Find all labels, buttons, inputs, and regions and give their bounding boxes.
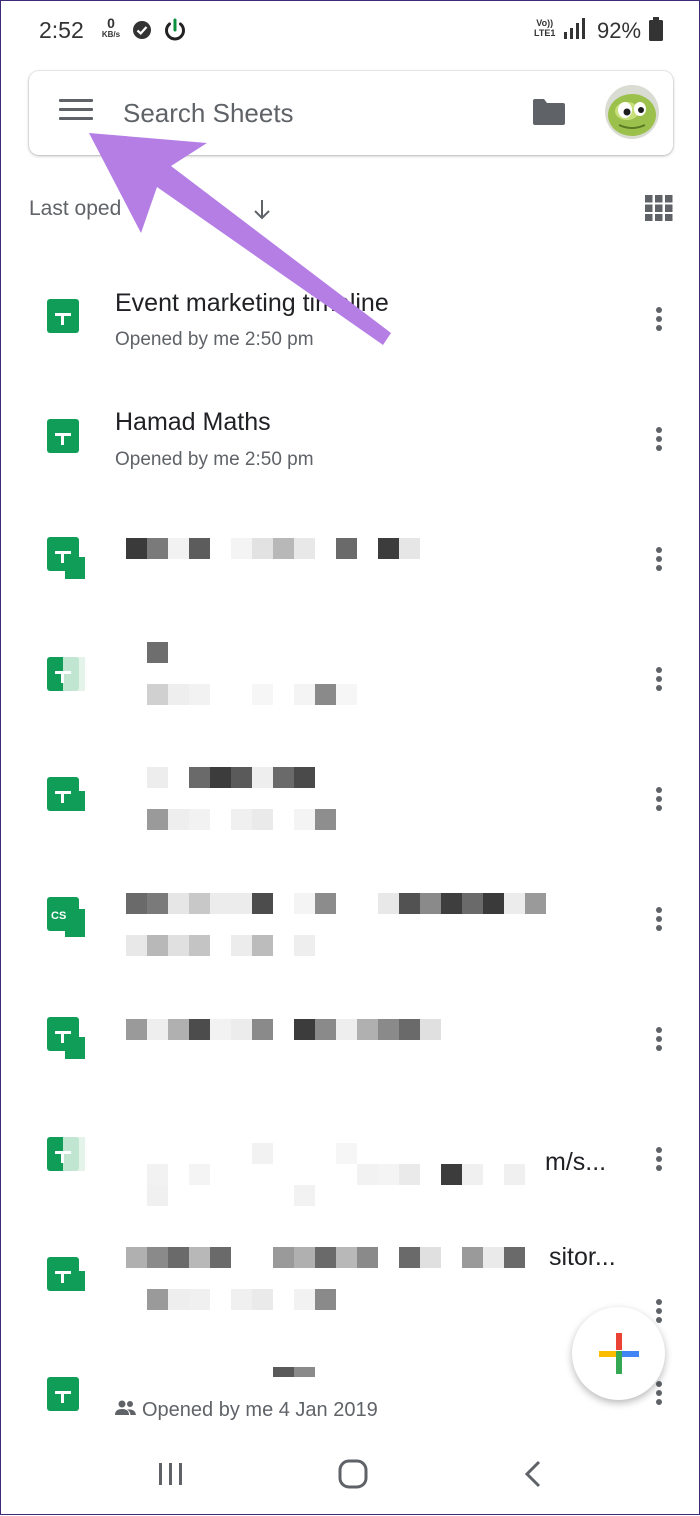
search-input[interactable]: [123, 93, 503, 133]
file-row[interactable]: Hamad Maths Opened by me 2:50 pm: [1, 361, 699, 481]
file-subtitle: Opened by me 4 Jan 2019: [142, 1399, 378, 1421]
back-icon[interactable]: [522, 1460, 544, 1488]
hamburger-menu-icon[interactable]: [59, 99, 93, 127]
file-subtitle: Opened by me 2:50 pm: [115, 329, 314, 350]
file-row[interactable]: [1, 601, 699, 721]
sheets-icon: [47, 537, 85, 579]
more-options-icon[interactable]: [649, 667, 669, 697]
power-icon: [165, 18, 185, 41]
file-row[interactable]: sitor...: [1, 1201, 699, 1323]
menu-line: [59, 108, 93, 111]
account-avatar[interactable]: [605, 85, 659, 139]
sort-selector[interactable]: Last oped: [29, 197, 270, 227]
file-title: m/s...: [545, 1148, 607, 1176]
status-time: 2:52: [39, 17, 84, 43]
more-options-icon[interactable]: [649, 307, 669, 337]
file-title: Hamad Maths: [115, 408, 271, 436]
sort-label: Last oped: [29, 197, 122, 220]
net-speed-indicator: 0 KB/s: [98, 15, 124, 40]
csv-sheets-icon: CS: [47, 897, 85, 937]
more-options-icon[interactable]: [649, 1147, 669, 1177]
file-title: sitor...: [549, 1243, 616, 1271]
check-circle-icon: [133, 21, 151, 39]
sheets-icon: [47, 1017, 85, 1059]
menu-line: [59, 99, 93, 102]
plus-icon: [599, 1333, 639, 1374]
menu-line: [59, 117, 93, 120]
more-options-icon[interactable]: [649, 907, 669, 937]
sheets-icon: [47, 657, 85, 691]
file-row[interactable]: [1, 481, 699, 601]
grid-view-icon[interactable]: [645, 195, 673, 221]
sheets-icon: [47, 1257, 85, 1291]
volte-indicator: Vo)) LTE1: [534, 18, 556, 38]
signal-icon: [564, 18, 585, 39]
more-options-icon[interactable]: [649, 547, 669, 577]
more-options-icon[interactable]: [649, 427, 669, 457]
folder-icon[interactable]: [531, 97, 567, 127]
file-row[interactable]: m/s...: [1, 1081, 699, 1206]
create-new-button[interactable]: [572, 1307, 665, 1400]
status-bar: 2:52 0 KB/s Vo)) LTE1 92%: [1, 1, 699, 61]
file-title: Event marketing timeline: [115, 289, 389, 317]
battery-percent: 92%: [597, 18, 642, 43]
avatar-image: [605, 85, 659, 139]
search-bar: [29, 71, 673, 155]
net-speed-value: 0: [107, 15, 115, 31]
file-subtitle: Opened by me 2:50 pm: [115, 449, 314, 470]
file-row[interactable]: [1, 961, 699, 1081]
file-row[interactable]: [1, 721, 699, 841]
more-options-icon[interactable]: [649, 1027, 669, 1057]
system-nav-bar: [1, 1431, 699, 1515]
sheets-icon: [47, 1137, 85, 1171]
sheets-icon: [47, 777, 85, 811]
more-options-icon[interactable]: [649, 787, 669, 817]
home-icon[interactable]: [338, 1459, 368, 1489]
net-speed-unit: KB/s: [101, 30, 121, 39]
battery-icon: [649, 17, 663, 41]
recent-apps-icon[interactable]: [157, 1461, 185, 1487]
arrow-down-icon[interactable]: [251, 197, 273, 223]
sheets-icon: [47, 299, 79, 333]
file-row[interactable]: Event marketing timeline Opened by me 2:…: [1, 241, 699, 361]
csv-badge: CS: [51, 910, 66, 922]
sheets-icon: [47, 419, 79, 453]
sheets-icon: [47, 1377, 79, 1411]
file-row[interactable]: CS: [1, 841, 699, 961]
shared-people-icon: [115, 1400, 136, 1415]
